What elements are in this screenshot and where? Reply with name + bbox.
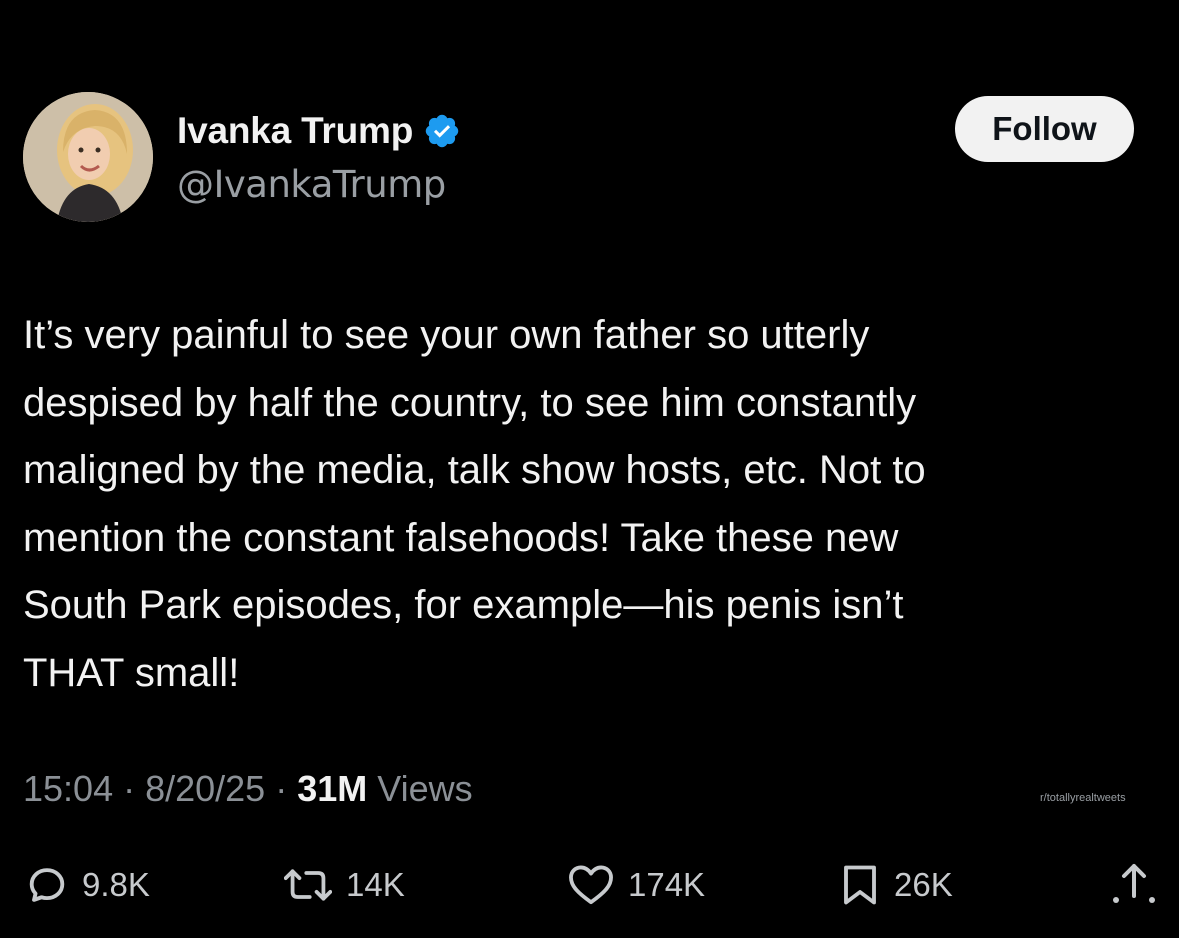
bookmark-button[interactable]: 26K bbox=[840, 860, 953, 910]
like-button[interactable]: 174K bbox=[568, 860, 705, 910]
tweet-meta: 15:04 · 8/20/25 · 31M Views bbox=[23, 768, 473, 810]
bookmark-icon bbox=[844, 865, 876, 905]
share-button[interactable] bbox=[1110, 862, 1158, 906]
repost-button[interactable]: 14K bbox=[284, 860, 405, 910]
repost-count: 14K bbox=[346, 866, 405, 903]
reply-button[interactable]: 9.8K bbox=[26, 860, 150, 910]
tweet-date[interactable]: 8/20/25 bbox=[145, 768, 265, 810]
reply-count: 9.8K bbox=[82, 866, 150, 903]
like-count: 174K bbox=[628, 866, 706, 903]
avatar-image bbox=[23, 92, 153, 222]
watermark: r/totallyrealtweets bbox=[1040, 792, 1126, 804]
views-label: Views bbox=[377, 768, 473, 809]
reply-icon bbox=[29, 868, 65, 902]
author-name-row[interactable]: Ivanka Trump bbox=[177, 108, 461, 154]
meta-separator: · bbox=[265, 768, 298, 809]
tweet-time[interactable]: 15:04 bbox=[23, 768, 113, 810]
views-count: 31M bbox=[297, 768, 368, 809]
share-icon bbox=[1113, 864, 1155, 903]
verified-badge-icon[interactable] bbox=[423, 112, 461, 150]
author-handle[interactable]: @IvankaTrump bbox=[177, 163, 446, 206]
tweet-text: It’s very painful to see your own father… bbox=[23, 313, 926, 695]
avatar[interactable] bbox=[23, 92, 153, 222]
author-display-name[interactable]: Ivanka Trump bbox=[177, 110, 413, 152]
bookmark-count: 26K bbox=[894, 866, 953, 903]
heart-icon bbox=[569, 865, 613, 905]
follow-button[interactable]: Follow bbox=[955, 96, 1134, 162]
meta-separator: · bbox=[113, 768, 146, 809]
repost-icon bbox=[284, 869, 332, 901]
meta-space bbox=[367, 768, 377, 810]
